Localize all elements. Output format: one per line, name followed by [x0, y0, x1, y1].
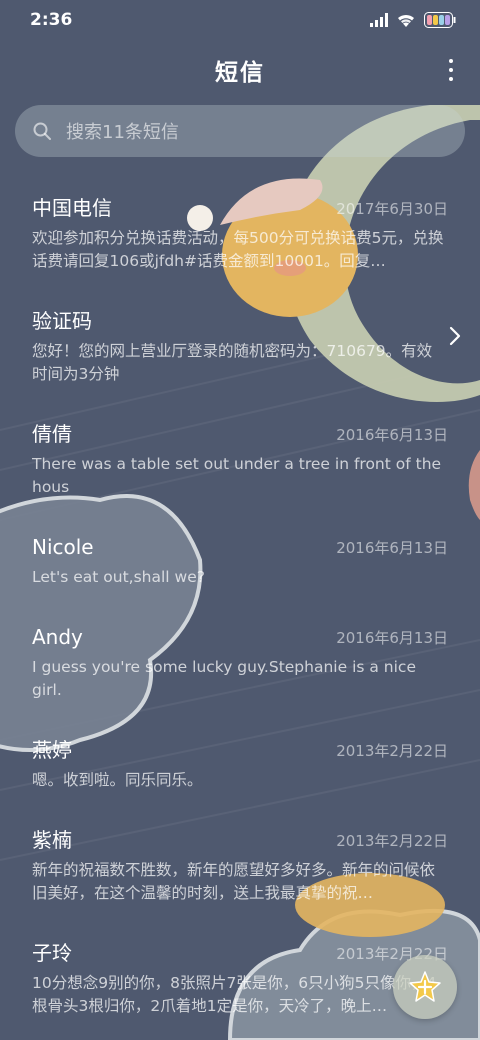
message-preview: 欢迎参加积分兑换话费活动，每500分可兑换话费5元，兑换话费请回复106或jfd… — [32, 229, 444, 270]
search-placeholder: 搜索11条短信 — [66, 122, 179, 143]
message-preview: There was a table set out under a tree i… — [32, 455, 442, 496]
search-input[interactable]: 搜索11条短信 — [15, 105, 465, 157]
message-preview: 新年的祝福数不胜数，新年的愿望好多好多。新年的问候依旧美好，在这个温馨的时刻，送… — [32, 861, 436, 902]
status-time: 2:36 — [30, 10, 73, 30]
battery-icon — [424, 12, 456, 28]
conversation-item[interactable]: 中国电信 2017年6月30日 欢迎参加积分兑换话费活动，每500分可兑换话费5… — [0, 185, 480, 298]
wifi-icon — [398, 14, 414, 27]
conversation-item[interactable]: Andy 2016年6月13日 I guess you're some luck… — [0, 614, 480, 727]
more-options-button[interactable] — [440, 54, 462, 86]
message-preview: 10分想念9别的你，8张照片7张是你，6只小狗5只像你，4根骨头3根归你，2爪着… — [32, 974, 437, 1015]
message-date: 2016年6月13日 — [336, 539, 448, 557]
more-dot-icon — [449, 77, 453, 81]
conversation-item[interactable]: 紫楠 2013年2月22日 新年的祝福数不胜数，新年的愿望好多好多。新年的问候依… — [0, 817, 480, 930]
message-preview: 您好！您的网上营业厅登录的随机密码为：710679。有效时间为3分钟 — [32, 342, 433, 383]
status-icons — [370, 12, 456, 28]
status-bar: 2:36 — [0, 0, 480, 40]
conversation-item[interactable]: Nicole 2016年6月13日 Let's eat out,shall we… — [0, 524, 480, 614]
message-date: 2016年6月13日 — [336, 629, 448, 647]
contact-name: 验证码 — [32, 309, 92, 333]
message-date: 2016年6月13日 — [336, 426, 448, 444]
conversation-item[interactable]: 验证码 您好！您的网上营业厅登录的随机密码为：710679。有效时间为3分钟 — [0, 298, 480, 411]
message-date: 2017年6月30日 — [336, 200, 448, 218]
message-date: 2013年2月22日 — [336, 742, 448, 760]
compose-button[interactable] — [393, 955, 457, 1019]
compose-star-icon — [409, 971, 441, 1002]
more-dot-icon — [449, 59, 453, 63]
message-preview: 嗯。收到啦。同乐同乐。 — [32, 771, 203, 789]
page-title: 短信 — [215, 60, 265, 86]
search-icon — [33, 122, 51, 140]
message-preview: I guess you're some lucky guy.Stephanie … — [32, 658, 416, 699]
conversation-item[interactable]: 倩倩 2016年6月13日 There was a table set out … — [0, 411, 480, 524]
more-dot-icon — [449, 68, 453, 72]
message-preview: Let's eat out,shall we? — [32, 568, 205, 586]
message-date: 2013年2月22日 — [336, 832, 448, 850]
conversation-list: 中国电信 2017年6月30日 欢迎参加积分兑换话费活动，每500分可兑换话费5… — [0, 185, 480, 1030]
conversation-item[interactable]: 燕婷 2013年2月22日 嗯。收到啦。同乐同乐。 — [0, 727, 480, 817]
chevron-right-icon[interactable] — [448, 325, 462, 347]
signal-icon — [370, 13, 388, 27]
title-bar: 短信 — [0, 44, 480, 96]
